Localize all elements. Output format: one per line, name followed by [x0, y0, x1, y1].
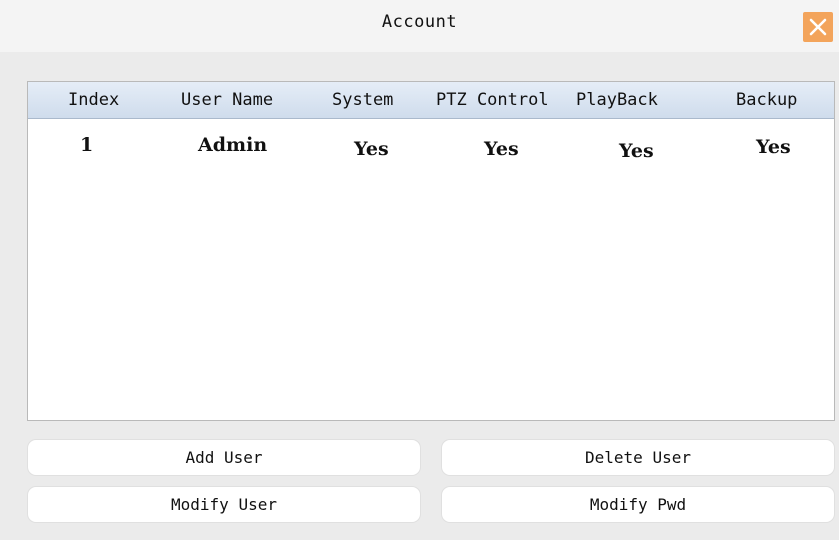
cell-playback: Yes	[619, 140, 654, 162]
add-user-button[interactable]: Add User	[27, 439, 421, 476]
title-bar: Account	[0, 0, 839, 52]
account-table: Index User Name System PTZ Control PlayB…	[27, 81, 835, 421]
column-header-backup: Backup	[736, 90, 798, 110]
cell-ptz-control: Yes	[484, 138, 519, 160]
window-title: Account	[381, 12, 458, 32]
close-icon	[809, 18, 827, 36]
column-header-user-name: User Name	[181, 90, 274, 110]
cell-user-name: Admin	[198, 134, 268, 156]
cell-index: 1	[80, 134, 94, 156]
column-header-index: Index	[68, 90, 120, 110]
cell-backup: Yes	[756, 136, 791, 158]
column-header-playback: PlayBack	[576, 90, 658, 110]
modify-pwd-button[interactable]: Modify Pwd	[441, 486, 835, 523]
column-header-ptz-control: PTZ Control	[436, 90, 549, 110]
delete-user-button[interactable]: Delete User	[441, 439, 835, 476]
modify-user-button[interactable]: Modify User	[27, 486, 421, 523]
column-header-system: System	[332, 90, 394, 110]
cell-system: Yes	[354, 138, 389, 160]
close-button[interactable]	[803, 12, 833, 42]
table-header: Index User Name System PTZ Control PlayB…	[28, 82, 834, 119]
